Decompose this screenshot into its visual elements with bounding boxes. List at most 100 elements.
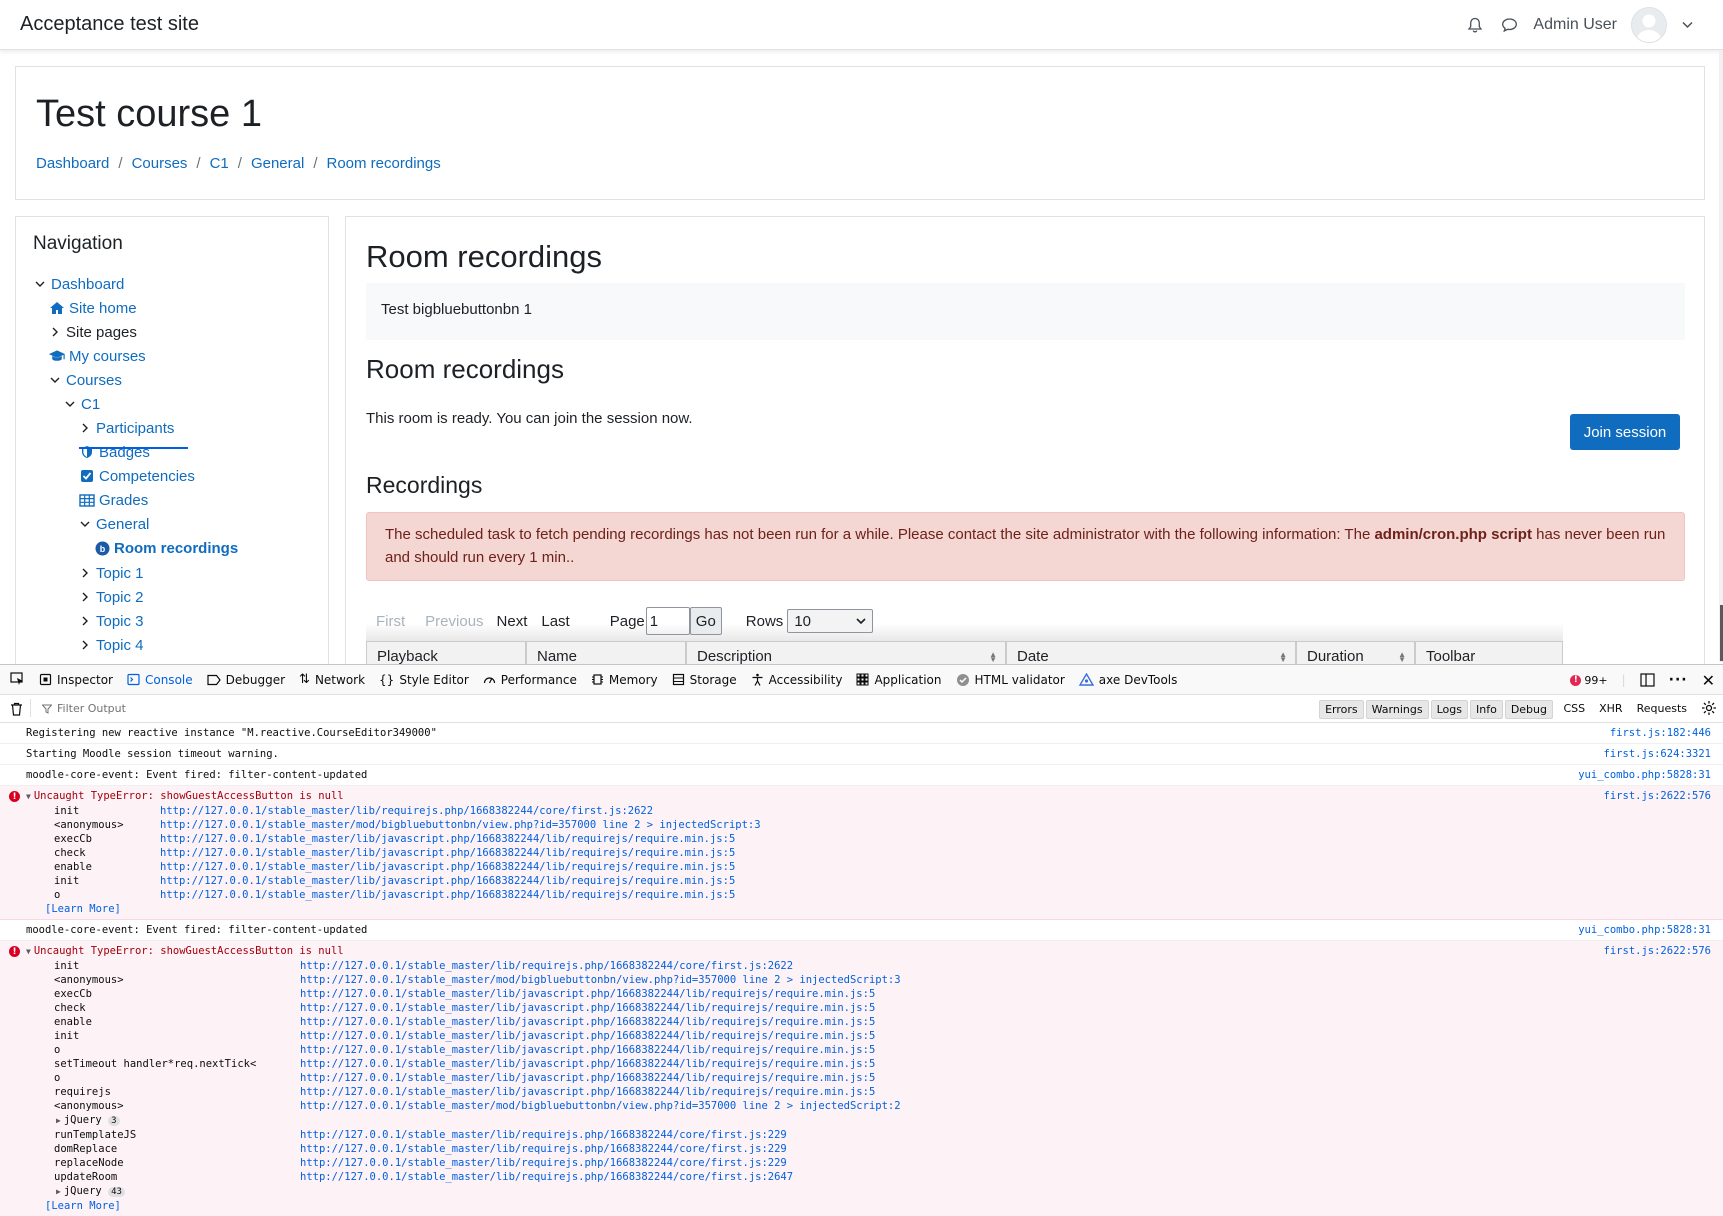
nav-item-topic-4[interactable]: Topic 4 bbox=[78, 634, 144, 656]
column-duration[interactable]: Duration ▲ ▼ bbox=[1296, 642, 1415, 665]
chevron-right-icon[interactable] bbox=[78, 590, 92, 604]
tab-memory[interactable]: Memory bbox=[584, 665, 665, 695]
column-toolbar[interactable]: Toolbar bbox=[1415, 642, 1563, 665]
filter-requests-button[interactable]: Requests bbox=[1637, 702, 1687, 715]
filter-logs-button[interactable]: Logs bbox=[1430, 700, 1468, 719]
nav-item-badges[interactable]: Badges bbox=[78, 441, 150, 463]
nav-item-c1[interactable]: C1 bbox=[63, 393, 100, 415]
page-scrollbar[interactable] bbox=[1719, 50, 1723, 662]
expand-triangle-icon[interactable]: ▼ bbox=[26, 944, 31, 959]
frame-url-link[interactable]: http://127.0.0.1/stable_master/lib/javas… bbox=[160, 874, 735, 888]
learn-more-link[interactable]: [Learn More] bbox=[26, 902, 1711, 916]
chevron-down-icon[interactable] bbox=[63, 397, 77, 411]
message-location-link[interactable]: first.js:624:3321 bbox=[1604, 744, 1711, 765]
tab-debugger[interactable]: Debugger bbox=[200, 665, 292, 695]
tab-accessibility[interactable]: Accessibility bbox=[744, 665, 850, 695]
frame-url-link[interactable]: http://127.0.0.1/stable_master/mod/bigbl… bbox=[300, 1099, 901, 1113]
frame-url-link[interactable]: http://127.0.0.1/stable_master/lib/javas… bbox=[300, 1071, 875, 1085]
page-number-input[interactable]: 1 bbox=[645, 607, 690, 635]
chevron-down-icon[interactable] bbox=[78, 517, 92, 531]
nav-item-my-courses[interactable]: My courses bbox=[48, 345, 146, 367]
message-location-link[interactable]: first.js:2622:576 bbox=[1604, 789, 1711, 804]
filter-warnings-button[interactable]: Warnings bbox=[1365, 700, 1429, 719]
tab-network[interactable]: ⇅ Network bbox=[292, 665, 372, 695]
pager-next[interactable]: Next bbox=[494, 613, 532, 630]
tab-html-validator[interactable]: HTML validator bbox=[949, 665, 1072, 695]
nav-item-dashboard[interactable]: Dashboard bbox=[33, 273, 124, 295]
join-session-button[interactable]: Join session bbox=[1570, 414, 1680, 450]
stack-group-jquery[interactable]: ▶ jQuery 3 bbox=[26, 1113, 1711, 1128]
tab-console[interactable]: Console bbox=[120, 665, 200, 695]
frame-url-link[interactable]: http://127.0.0.1/stable_master/lib/javas… bbox=[300, 1085, 875, 1099]
frame-url-link[interactable]: http://127.0.0.1/stable_master/lib/javas… bbox=[160, 846, 735, 860]
filter-debug-button[interactable]: Debug bbox=[1504, 700, 1553, 719]
pager-previous[interactable]: Previous bbox=[415, 613, 493, 630]
message-location-link[interactable]: first.js:2622:576 bbox=[1604, 944, 1711, 959]
trash-icon[interactable] bbox=[10, 702, 23, 716]
frame-url-link[interactable]: http://127.0.0.1/stable_master/lib/javas… bbox=[300, 1043, 875, 1057]
chevron-down-icon[interactable] bbox=[48, 373, 62, 387]
message-location-link[interactable]: yui_combo.php:5828:31 bbox=[1578, 765, 1711, 786]
message-icon[interactable] bbox=[1499, 15, 1519, 35]
go-button[interactable]: Go bbox=[689, 607, 722, 635]
filter-errors-button[interactable]: Errors bbox=[1319, 700, 1364, 719]
column-date[interactable]: Date ▲ ▼ bbox=[1006, 642, 1296, 665]
column-description[interactable]: Description ▲ ▼ bbox=[686, 642, 1006, 665]
user-name[interactable]: Admin User bbox=[1533, 16, 1617, 34]
nav-item-room-recordings[interactable]: b Room recordings bbox=[93, 537, 238, 559]
filter-output-input[interactable]: Filter Output bbox=[42, 702, 126, 715]
tab-inspector[interactable]: Inspector bbox=[32, 665, 120, 695]
avatar[interactable] bbox=[1631, 7, 1667, 43]
nav-item-site-home[interactable]: Site home bbox=[48, 297, 137, 319]
pager-last[interactable]: Last bbox=[531, 613, 579, 630]
rows-select[interactable]: 10 bbox=[787, 609, 874, 633]
breadcrumb-courses[interactable]: Courses bbox=[132, 155, 188, 172]
frame-url-link[interactable]: http://127.0.0.1/stable_master/lib/javas… bbox=[160, 888, 735, 902]
chevron-right-icon[interactable] bbox=[78, 638, 92, 652]
frame-url-link[interactable]: http://127.0.0.1/stable_master/lib/requi… bbox=[300, 1128, 787, 1142]
column-name[interactable]: Name bbox=[526, 642, 686, 665]
nav-item-topic-2[interactable]: Topic 2 bbox=[78, 586, 144, 608]
nav-item-site-pages[interactable]: Site pages bbox=[48, 321, 137, 343]
tab-axe-devtools[interactable]: axe DevTools bbox=[1072, 665, 1185, 695]
nav-item-topic-3[interactable]: Topic 3 bbox=[78, 610, 144, 632]
nav-item-general[interactable]: General bbox=[78, 513, 149, 535]
frame-url-link[interactable]: http://127.0.0.1/stable_master/lib/javas… bbox=[160, 860, 735, 874]
expand-triangle-icon[interactable]: ▶ bbox=[56, 1187, 61, 1196]
frame-url-link[interactable]: http://127.0.0.1/stable_master/lib/requi… bbox=[300, 959, 793, 973]
tab-storage[interactable]: Storage bbox=[665, 665, 744, 695]
frame-url-link[interactable]: http://127.0.0.1/stable_master/lib/javas… bbox=[160, 832, 735, 846]
filter-css-button[interactable]: CSS bbox=[1563, 702, 1585, 715]
frame-url-link[interactable]: http://127.0.0.1/stable_master/lib/javas… bbox=[300, 1001, 875, 1015]
bell-icon[interactable] bbox=[1465, 15, 1485, 35]
tab-application[interactable]: Application bbox=[849, 665, 948, 695]
breadcrumb-dashboard[interactable]: Dashboard bbox=[36, 155, 109, 172]
error-count-badge[interactable]: ! 99+ bbox=[1570, 674, 1608, 687]
nav-item-competencies[interactable]: Competencies bbox=[78, 465, 195, 487]
filter-info-button[interactable]: Info bbox=[1469, 700, 1503, 719]
tab-style-editor[interactable]: {} Style Editor bbox=[372, 665, 476, 695]
close-icon[interactable]: ✕ bbox=[1702, 671, 1715, 690]
nav-item-courses[interactable]: Courses bbox=[48, 369, 122, 391]
frame-url-link[interactable]: http://127.0.0.1/stable_master/lib/requi… bbox=[300, 1170, 793, 1184]
dock-side-icon[interactable] bbox=[1640, 673, 1655, 687]
frame-url-link[interactable]: http://127.0.0.1/stable_master/mod/bigbl… bbox=[300, 973, 901, 987]
learn-more-link[interactable]: [Learn More] bbox=[26, 1199, 1711, 1213]
message-location-link[interactable]: yui_combo.php:5828:31 bbox=[1578, 920, 1711, 941]
breadcrumb-c1[interactable]: C1 bbox=[210, 155, 229, 172]
nav-item-participants[interactable]: Participants bbox=[78, 417, 174, 439]
chevron-right-icon[interactable] bbox=[78, 614, 92, 628]
chevron-down-icon[interactable] bbox=[33, 277, 47, 291]
frame-url-link[interactable]: http://127.0.0.1/stable_master/lib/javas… bbox=[300, 987, 875, 1001]
frame-url-link[interactable]: http://127.0.0.1/stable_master/mod/bigbl… bbox=[160, 818, 761, 832]
frame-url-link[interactable]: http://127.0.0.1/stable_master/lib/javas… bbox=[300, 1015, 875, 1029]
tab-performance[interactable]: Performance bbox=[476, 665, 584, 695]
frame-url-link[interactable]: http://127.0.0.1/stable_master/lib/requi… bbox=[160, 804, 653, 818]
breadcrumb-general[interactable]: General bbox=[251, 155, 304, 172]
frame-url-link[interactable]: http://127.0.0.1/stable_master/lib/javas… bbox=[300, 1057, 875, 1071]
chevron-down-icon[interactable] bbox=[1681, 15, 1693, 35]
error-header[interactable]: ▼ Uncaught TypeError: showGuestAccessBut… bbox=[26, 789, 1711, 804]
stack-group-jquery[interactable]: ▶ jQuery 43 bbox=[26, 1184, 1711, 1199]
site-name-link[interactable]: Acceptance test site bbox=[20, 13, 199, 36]
message-location-link[interactable]: first.js:182:446 bbox=[1610, 723, 1711, 744]
